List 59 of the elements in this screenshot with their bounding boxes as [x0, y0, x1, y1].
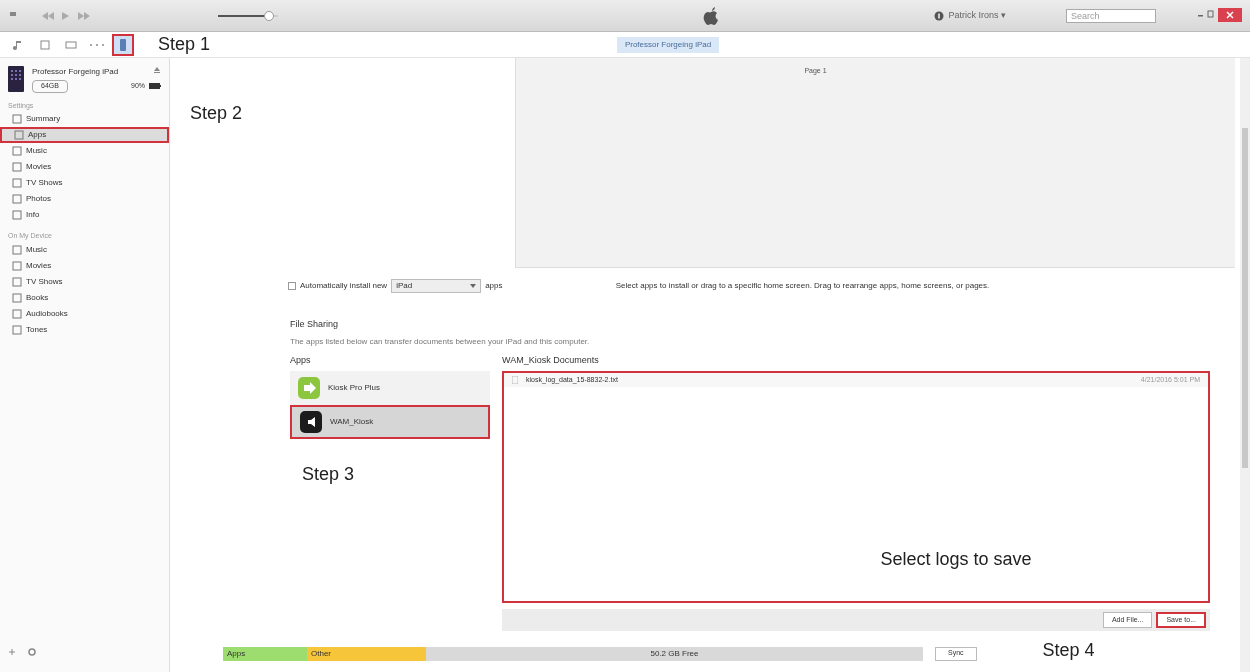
category-icon — [12, 260, 22, 271]
sidebar-item[interactable]: Apps — [0, 127, 169, 143]
gear-icon[interactable] — [28, 648, 36, 656]
sidebar-item[interactable]: Music — [0, 143, 169, 159]
app-list-item[interactable]: Kiosk Pro Plus — [290, 371, 490, 405]
device-tab[interactable]: Professor Forgeing iPad — [616, 36, 720, 53]
app-icon — [300, 411, 322, 433]
tablet-icon — [8, 66, 24, 92]
hint-text: Select apps to install or drag to a specific home screen. Drag to rearrange apps, home screens, or pages. — [614, 281, 991, 291]
sidebar-item[interactable]: Books — [0, 289, 169, 306]
file-icon — [512, 376, 518, 384]
sidebar-item[interactable]: Music — [0, 241, 169, 258]
device-name: Professor Forgeing iPad — [32, 66, 119, 78]
sidebar-item[interactable]: Tones — [0, 321, 169, 338]
eject-icon[interactable] — [153, 66, 161, 74]
sidebar-item[interactable]: Movies — [0, 159, 169, 175]
add-icon[interactable] — [8, 648, 16, 656]
device-tab[interactable] — [112, 33, 134, 56]
sidebar-item[interactable]: Movies — [0, 257, 169, 274]
column-heading: Apps — [290, 353, 312, 367]
device-type-select[interactable]: iPad — [391, 279, 482, 293]
window-controls-icon[interactable] — [1196, 7, 1242, 24]
annotation-label: Step 4 — [1042, 639, 1095, 662]
annotation-label: Select logs to save — [880, 548, 1032, 571]
description-text: The apps listed below can transfer documents between your iPad and this computer. — [290, 335, 591, 348]
auto-install-label: Automatically install new — [300, 280, 388, 292]
column-heading: WAM_Kiosk Documents — [502, 353, 600, 367]
sidebar-item[interactable]: TV Shows — [0, 273, 169, 290]
auto-install-checkbox[interactable] — [288, 282, 296, 290]
category-icon — [12, 308, 22, 319]
category-icon — [12, 324, 22, 335]
category-icon — [12, 276, 22, 287]
caret-icon — [470, 284, 477, 288]
volume-slider[interactable] — [218, 10, 278, 21]
annotation-label: Step 2 — [190, 103, 243, 123]
account-menu[interactable]: Patrick Irons ▾ — [934, 8, 1006, 23]
capacity-segment: Apps — [223, 646, 307, 661]
annotation-label: Step 3 — [301, 463, 356, 486]
movies-icon — [38, 37, 52, 52]
battery-icon — [149, 83, 161, 90]
sidebar-item[interactable]: TV Shows — [0, 175, 169, 191]
sidebar-item[interactable]: Info — [0, 207, 169, 223]
auto-install-suffix: apps — [485, 280, 503, 292]
category-icon — [12, 244, 22, 255]
sidebar-item[interactable]: Photos — [0, 191, 169, 207]
search-field[interactable]: Search — [1066, 8, 1156, 23]
more-icon — [90, 43, 104, 46]
sidebar-item[interactable]: Summary — [0, 111, 169, 127]
sidebar-item[interactable]: Audiobooks — [0, 305, 169, 322]
scrollbar[interactable] — [1240, 58, 1250, 672]
capacity-segment: 50.2 GB Free — [426, 646, 923, 661]
app-list-item[interactable]: WAM_Kiosk — [290, 405, 490, 439]
apple-logo-icon — [703, 6, 720, 25]
section-heading: File Sharing — [290, 318, 340, 331]
category-icon — [12, 292, 22, 303]
app-icon — [298, 377, 320, 399]
account-icon — [934, 10, 945, 21]
capacity-segment: Other — [307, 646, 426, 661]
annotation-label: Step 1 — [158, 33, 211, 56]
